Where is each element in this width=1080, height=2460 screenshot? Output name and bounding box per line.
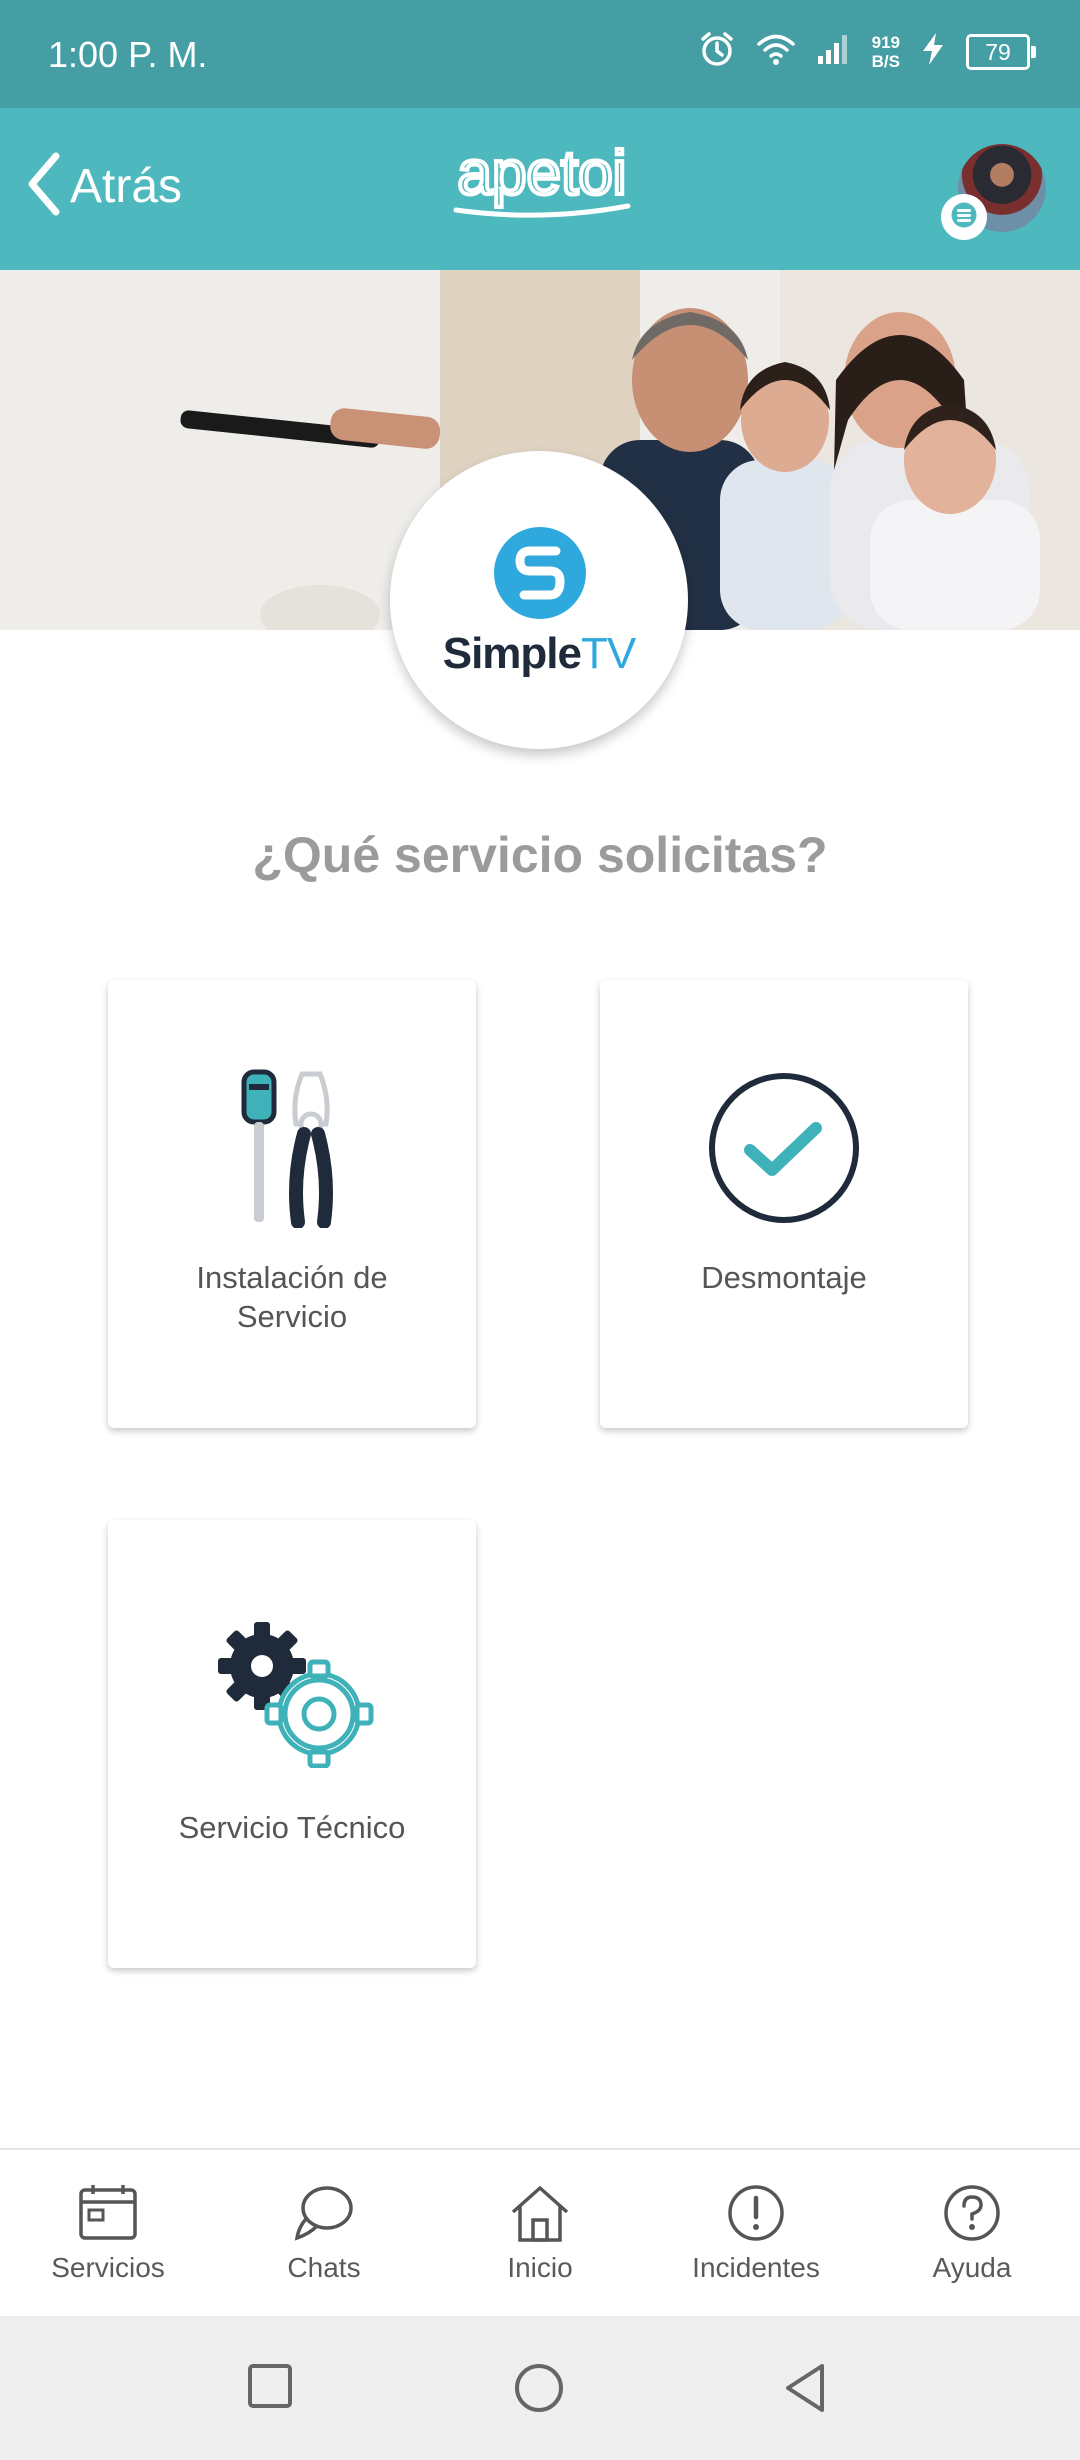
service-card-servicio-tecnico[interactable]: Servicio Técnico bbox=[108, 1520, 476, 1968]
charging-icon bbox=[920, 32, 946, 71]
net-speed: 919 B/S bbox=[872, 33, 900, 71]
apetoi-logo: apetoi bbox=[442, 136, 642, 231]
nav-label: Inicio bbox=[507, 2252, 573, 2283]
simpletv-icon bbox=[494, 527, 586, 624]
system-nav-bar bbox=[0, 2316, 1080, 2460]
service-label: Desmontaje bbox=[701, 1260, 867, 1295]
service-card-desmontaje[interactable]: Desmontaje bbox=[600, 980, 968, 1428]
home-circle-icon[interactable] bbox=[513, 2362, 565, 2419]
nav-item-inicio[interactable]: Inicio bbox=[432, 2182, 648, 2302]
recent-apps-icon[interactable] bbox=[246, 2362, 294, 2415]
service-label: Instalación de Servicio bbox=[128, 1258, 456, 1336]
service-label-line2: Servicio bbox=[236, 1299, 348, 1334]
status-bar: 1:00 P. M. 919 B/S 79 bbox=[0, 0, 1080, 108]
nav-item-servicios[interactable]: Servicios bbox=[0, 2182, 216, 2302]
nav-label: Servicios bbox=[51, 2252, 165, 2283]
brand-name: SimpleTV bbox=[390, 629, 688, 679]
nav-item-ayuda[interactable]: Ayuda bbox=[864, 2182, 1080, 2302]
nav-label: Incidentes bbox=[692, 2252, 820, 2283]
menu-button[interactable] bbox=[941, 194, 987, 240]
help-icon bbox=[864, 2182, 1080, 2244]
status-icons: 919 B/S 79 bbox=[698, 30, 1036, 73]
calendar-icon bbox=[0, 2182, 216, 2244]
check-circle-icon bbox=[600, 1068, 968, 1228]
nav-label: Chats bbox=[287, 2252, 361, 2283]
back-label: Atrás bbox=[70, 160, 183, 213]
wifi-icon bbox=[756, 32, 796, 71]
nav-label: Ayuda bbox=[932, 2252, 1012, 2283]
tools-icon bbox=[108, 1068, 476, 1228]
home-icon bbox=[432, 2182, 648, 2244]
chevron-left-icon bbox=[26, 152, 62, 221]
bottom-nav: Servicios Chats Inicio Incidentes Ayuda bbox=[0, 2148, 1080, 2318]
brand-logo-badge: SimpleTV bbox=[390, 451, 688, 749]
logo-text: apetoi bbox=[458, 139, 627, 208]
battery-icon: 79 bbox=[966, 33, 1036, 70]
gears-icon bbox=[108, 1608, 476, 1768]
nav-item-incidentes[interactable]: Incidentes bbox=[648, 2182, 864, 2302]
app-header: Atrás apetoi bbox=[0, 108, 1080, 270]
net-speed-unit: B/S bbox=[871, 51, 900, 71]
alarm-icon bbox=[698, 30, 736, 73]
back-button[interactable]: Atrás bbox=[26, 152, 182, 221]
service-card-instalacion[interactable]: Instalación de Servicio bbox=[108, 980, 476, 1428]
back-triangle-icon[interactable] bbox=[782, 2362, 830, 2419]
brand-name-part2: TV bbox=[581, 629, 636, 678]
nav-item-chats[interactable]: Chats bbox=[216, 2182, 432, 2302]
service-label: Servicio Técnico bbox=[178, 1810, 406, 1845]
status-time: 1:00 P. M. bbox=[48, 34, 208, 75]
page-question: ¿Qué servicio solicitas? bbox=[252, 827, 828, 883]
battery-level: 79 bbox=[985, 38, 1011, 65]
signal-icon bbox=[816, 32, 852, 71]
chat-icon bbox=[216, 2182, 432, 2244]
net-speed-value: 919 bbox=[871, 32, 900, 52]
alert-icon bbox=[648, 2182, 864, 2244]
service-label-line1: Instalación de bbox=[196, 1260, 388, 1295]
menu-icon bbox=[951, 202, 977, 233]
brand-name-part1: Simple bbox=[442, 629, 582, 678]
